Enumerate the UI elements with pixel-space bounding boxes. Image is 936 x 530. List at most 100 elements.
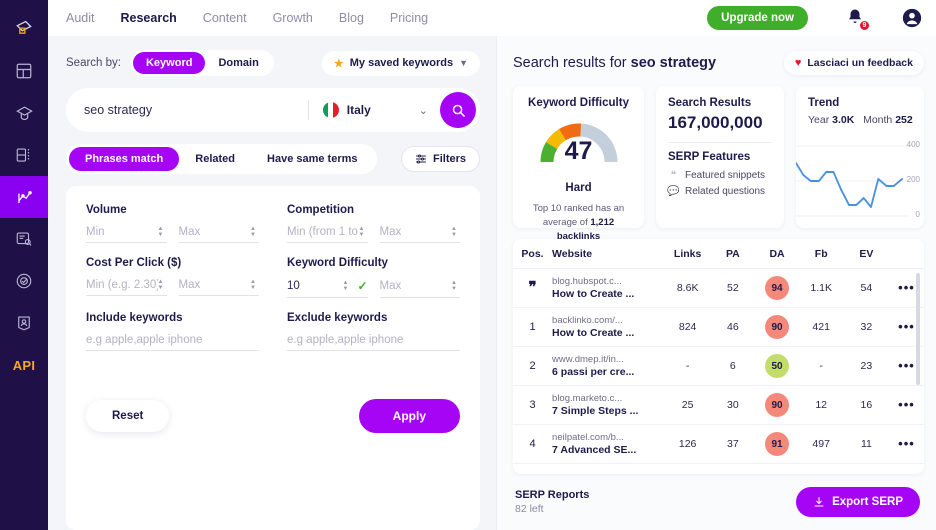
- nav-link-growth[interactable]: Growth: [273, 11, 313, 25]
- th-fb[interactable]: Fb: [798, 239, 844, 269]
- exclude-keywords-input[interactable]: [287, 334, 460, 346]
- search-input[interactable]: [84, 103, 304, 117]
- sidebar-item-projects[interactable]: [0, 134, 48, 176]
- filter-label-volume: Volume: [86, 204, 127, 216]
- sidebar-item-targets[interactable]: [0, 260, 48, 302]
- competition-min-input[interactable]: [287, 226, 359, 238]
- kd-max-stepper[interactable]: ▲ ▼: [451, 280, 460, 292]
- cell-website[interactable]: blog.marketo.c... 7 Simple Steps ...: [552, 385, 666, 425]
- notifications-button[interactable]: 9: [846, 8, 870, 31]
- table-row[interactable]: 4 neilpatel.com/b... 7 Advanced SE... 12…: [513, 424, 924, 464]
- site-url: blog.hubspot.c...: [552, 276, 622, 287]
- sidebar-item-academy[interactable]: [0, 92, 48, 134]
- filter-row-competition: ▲▼ ▲▼: [287, 226, 460, 243]
- trend-y-tick-0: 0: [915, 210, 920, 219]
- results-footer: SERP Reports 82 left Export SERP: [513, 474, 924, 530]
- volume-min-stepper[interactable]: ▲ ▼: [158, 226, 167, 238]
- search-mode-domain[interactable]: Domain: [205, 52, 271, 74]
- volume-max-input[interactable]: [178, 226, 250, 238]
- nav-link-blog[interactable]: Blog: [339, 11, 364, 25]
- row-menu-icon[interactable]: •••: [898, 280, 915, 295]
- result-tabs-row: Phrases match Related Have same terms Fi…: [66, 144, 480, 174]
- avatar[interactable]: [902, 8, 922, 28]
- cell-website[interactable]: backlinko.com/... How to Create ...: [552, 307, 666, 347]
- sidebar-item-research[interactable]: [0, 176, 48, 218]
- cpc-min-stepper[interactable]: ▲ ▼: [158, 279, 167, 291]
- tab-phrases-match[interactable]: Phrases match: [69, 147, 180, 171]
- site-title: 7 Simple Steps ...: [552, 405, 639, 417]
- kd-max-input[interactable]: [379, 280, 451, 292]
- nav-link-content[interactable]: Content: [203, 11, 247, 25]
- table-row[interactable]: ❞ blog.hubspot.c... How to Create ... 8.…: [513, 268, 924, 308]
- search-submit-button[interactable]: [440, 92, 476, 128]
- results-header: Search results for seo strategy ♥ Lascia…: [513, 50, 924, 76]
- cell-actions[interactable]: •••: [889, 385, 924, 425]
- sidebar-item-account[interactable]: [0, 302, 48, 344]
- serp-features-title: SERP Features: [668, 151, 751, 163]
- cell-website[interactable]: www.dmep.it/in... 6 passi per cre...: [552, 346, 666, 386]
- export-serp-button[interactable]: Export SERP: [796, 487, 920, 517]
- filters-label: Filters: [432, 153, 466, 165]
- country-selector[interactable]: Italy: [322, 102, 371, 118]
- magnifier-icon: [452, 104, 465, 117]
- da-badge: 90: [765, 315, 790, 339]
- result-tabs: Phrases match Related Have same terms: [66, 144, 377, 174]
- serp-feature-featured-snippets: ❝ Featured snippets: [668, 170, 772, 181]
- cpc-min-input[interactable]: [86, 279, 158, 291]
- competition-min-stepper[interactable]: ▲ ▼: [359, 226, 368, 238]
- feedback-button[interactable]: ♥ Lasciaci un feedback: [783, 51, 924, 75]
- search-panel: Search by: Keyword Domain ★ My saved key…: [48, 36, 496, 530]
- competition-max-stepper[interactable]: ▲ ▼: [451, 226, 460, 238]
- th-ev[interactable]: EV: [843, 239, 889, 269]
- reset-button[interactable]: Reset: [86, 400, 170, 432]
- table-scrollbar[interactable]: [916, 273, 920, 385]
- cpc-max-input[interactable]: [178, 279, 250, 291]
- cpc-max-stepper[interactable]: ▲ ▼: [250, 279, 259, 291]
- th-da[interactable]: DA: [755, 239, 799, 269]
- competition-max-input[interactable]: [379, 226, 451, 238]
- th-links[interactable]: Links: [665, 239, 711, 269]
- exclude-wrap: [287, 334, 460, 351]
- trend-stats: Year 3.0K Month 252: [808, 114, 924, 126]
- sidebar-item-dashboard[interactable]: [0, 50, 48, 92]
- cell-website[interactable]: blog.hubspot.c... How to Create ...: [552, 268, 666, 308]
- nav-link-research[interactable]: Research: [121, 11, 177, 25]
- sidebar-item-reports[interactable]: [0, 218, 48, 260]
- kd-min-stepper[interactable]: ▲ ▼: [342, 280, 351, 292]
- include-keywords-input[interactable]: [86, 334, 259, 346]
- saved-keywords-dropdown[interactable]: ★ My saved keywords ▼: [321, 50, 480, 76]
- row-menu-icon[interactable]: •••: [898, 397, 915, 412]
- row-menu-icon[interactable]: •••: [898, 358, 915, 373]
- star-icon: ★: [333, 57, 344, 70]
- table-row[interactable]: 3 blog.marketo.c... 7 Simple Steps ... 2…: [513, 385, 924, 425]
- tab-have-same-terms[interactable]: Have same terms: [251, 147, 374, 171]
- row-menu-icon[interactable]: •••: [898, 436, 915, 451]
- volume-min-input[interactable]: [86, 226, 158, 238]
- kd-min-input[interactable]: [287, 280, 343, 292]
- search-bar: Italy ⌄: [66, 88, 480, 132]
- search-mode-keyword[interactable]: Keyword: [132, 52, 206, 74]
- cell-fb: 421: [798, 307, 844, 347]
- tab-related[interactable]: Related: [179, 147, 251, 171]
- nav-link-pricing[interactable]: Pricing: [390, 11, 428, 25]
- cell-fb: 1.1K: [798, 268, 844, 308]
- row-menu-icon[interactable]: •••: [898, 319, 915, 334]
- table-head: Pos. Website Links PA DA Fb EV: [513, 239, 924, 269]
- th-pa[interactable]: PA: [710, 239, 756, 269]
- cell-website[interactable]: neilpatel.com/b... 7 Advanced SE...: [552, 424, 666, 464]
- th-website[interactable]: Website: [552, 239, 666, 269]
- filters-button[interactable]: Filters: [400, 146, 480, 172]
- upgrade-button[interactable]: Upgrade now: [707, 6, 808, 30]
- sidebar-item-api[interactable]: API: [0, 344, 48, 386]
- sidebar-item-logo[interactable]: [0, 8, 48, 50]
- volume-max-stepper[interactable]: ▲ ▼: [250, 226, 259, 238]
- nav-link-audit[interactable]: Audit: [66, 11, 95, 25]
- apply-button[interactable]: Apply: [358, 399, 460, 433]
- th-pos[interactable]: Pos.: [513, 239, 553, 269]
- table-row[interactable]: 2 www.dmep.it/in... 6 passi per cre... -…: [513, 346, 924, 386]
- table-row[interactable]: 1 backlinko.com/... How to Create ... 82…: [513, 307, 924, 347]
- cell-actions[interactable]: •••: [889, 424, 924, 464]
- da-badge: 50: [765, 354, 790, 378]
- country-chevron-down-icon[interactable]: ⌄: [419, 104, 428, 117]
- main-area: Audit Research Content Growth Blog Prici…: [48, 0, 936, 530]
